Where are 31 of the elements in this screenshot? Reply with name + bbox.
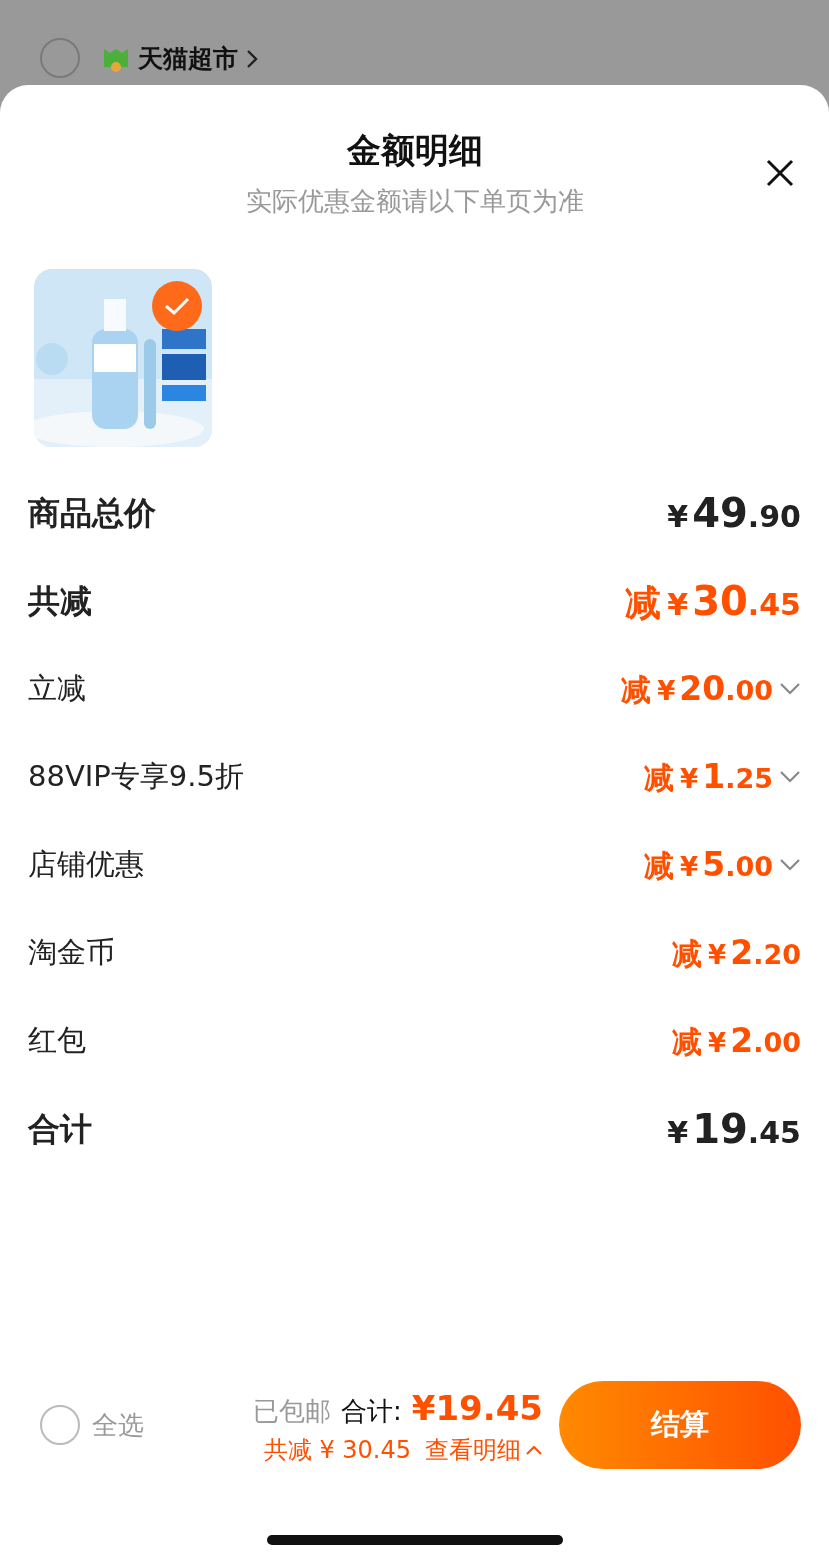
chevron-down-icon[interactable]	[779, 770, 801, 784]
total-label: 合计:	[341, 1394, 402, 1428]
amount: ¥49.90	[667, 489, 801, 538]
total-amount: ¥19.45	[411, 1386, 543, 1430]
amount: 减 ¥2.00	[672, 1020, 801, 1063]
row-label: 共减	[28, 581, 92, 622]
discount-summary: 共减 ¥ 30.45	[263, 1434, 411, 1466]
row-label: 商品总价	[28, 493, 156, 534]
amount: 减 ¥2.20	[672, 932, 801, 975]
chevron-down-icon[interactable]	[779, 682, 801, 696]
shipping-note: 已包邮	[253, 1394, 332, 1428]
amount: 减 ¥5.00	[644, 844, 773, 887]
amount: 减 ¥20.00	[621, 668, 773, 711]
checkout-button[interactable]: 结算	[559, 1381, 801, 1469]
amount: ¥19.45	[667, 1105, 801, 1154]
amount: 减 ¥1.25	[644, 756, 773, 799]
view-details-link[interactable]: 查看明细	[425, 1431, 543, 1468]
row-label: 88VIP专享9.5折	[28, 758, 244, 796]
chevron-right-icon[interactable]	[246, 48, 258, 69]
row-label: 淘金币	[28, 934, 115, 972]
close-button[interactable]	[765, 158, 795, 188]
chevron-down-icon[interactable]	[779, 858, 801, 872]
select-all-checkbox[interactable]: 全选	[40, 1405, 144, 1445]
row-label: 红包	[28, 1022, 86, 1060]
row-label: 立减	[28, 670, 86, 708]
sheet-subtitle: 实际优惠金额请以下单页为准	[245, 185, 584, 218]
store-name[interactable]: 天猫超市	[138, 40, 238, 78]
sheet-title: 金额明细	[346, 129, 483, 172]
amount: 减 ¥30.45	[625, 577, 801, 626]
row-label: 店铺优惠	[28, 846, 144, 884]
row-label: 合计	[28, 1109, 92, 1150]
